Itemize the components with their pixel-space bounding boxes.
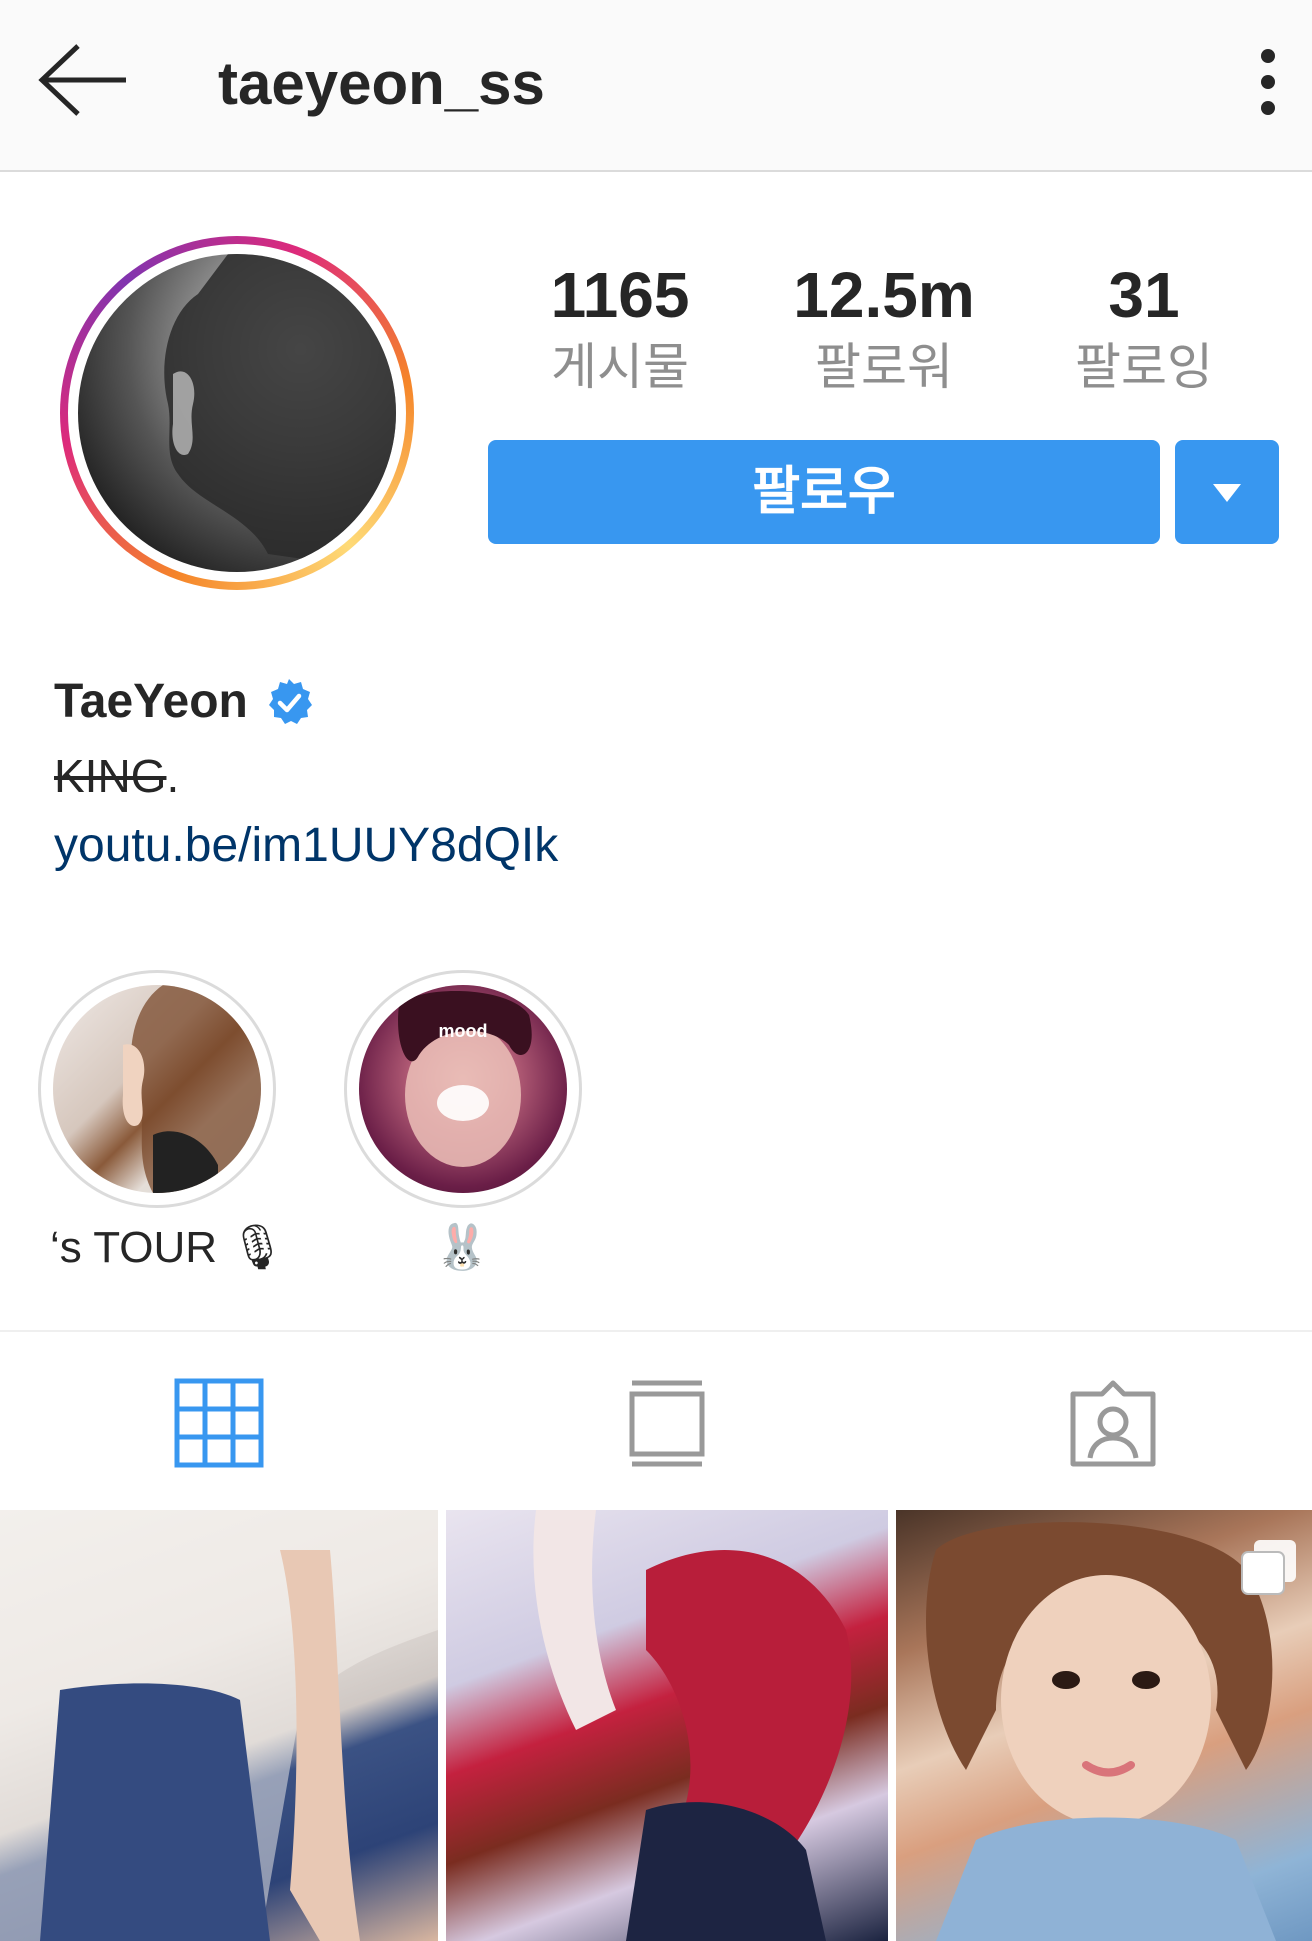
- posts-label: 게시물: [551, 338, 689, 396]
- bio-text: KING.: [54, 748, 179, 804]
- profile-avatar-story-ring[interactable]: [60, 236, 414, 590]
- highlight-label: ‘s TOUR 🎙: [50, 1223, 286, 1272]
- avatar-photo-silhouette: [164, 254, 396, 572]
- caret-down-icon: [1213, 484, 1241, 502]
- more-options-button[interactable]: [1246, 46, 1290, 118]
- more-vertical-icon: [1261, 49, 1275, 115]
- profile-username: taeyeon_ss: [218, 50, 545, 117]
- tab-tagged[interactable]: [1068, 1378, 1158, 1468]
- tab-feed[interactable]: [622, 1378, 712, 1468]
- followers-stat[interactable]: 12.5m 팔로워: [764, 258, 1004, 402]
- top-bar: taeyeon_ss: [0, 0, 1312, 172]
- suggested-accounts-button[interactable]: [1175, 440, 1279, 544]
- story-highlight-mood[interactable]: mood 🐰: [344, 970, 582, 1276]
- display-name-row: TaeYeon: [54, 672, 314, 732]
- highlight-label: 🐰: [434, 1223, 490, 1272]
- bio-suffix: .: [166, 750, 180, 802]
- display-name: TaeYeon: [54, 675, 248, 728]
- following-label: 팔로잉: [1075, 338, 1213, 396]
- following-count: 31: [1108, 259, 1180, 331]
- multiple-photos-icon: [1240, 1538, 1298, 1596]
- bio-link[interactable]: youtu.be/im1UUY8dQIk: [54, 816, 558, 876]
- highlight-cover: mood: [359, 985, 567, 1193]
- avatar: [78, 254, 396, 572]
- post-thumbnail[interactable]: [896, 1510, 1312, 1941]
- highlight-cover: [53, 985, 261, 1193]
- highlight-overlay-text: mood: [439, 1021, 488, 1041]
- post-thumbnail[interactable]: [446, 1510, 888, 1941]
- post-thumbnail[interactable]: [0, 1510, 438, 1941]
- tab-grid[interactable]: [174, 1378, 264, 1468]
- arrow-left-icon: [38, 44, 126, 116]
- tagged-icon: [1070, 1380, 1156, 1467]
- posts-stat[interactable]: 1165 게시물: [500, 258, 740, 402]
- grid-icon: [174, 1378, 264, 1468]
- bio-strikethrough-text: KING: [54, 750, 167, 802]
- back-button[interactable]: [36, 42, 132, 118]
- followers-count: 12.5m: [793, 259, 975, 331]
- story-highlight-tour[interactable]: ‘s TOUR 🎙: [38, 970, 286, 1276]
- verified-badge-icon: [264, 677, 314, 727]
- profile-tabs: [0, 1330, 1312, 1512]
- feed-icon: [629, 1380, 705, 1467]
- posts-count: 1165: [550, 259, 690, 331]
- following-stat[interactable]: 31 팔로잉: [1024, 258, 1264, 402]
- follow-button[interactable]: 팔로우: [488, 440, 1160, 544]
- followers-label: 팔로워: [815, 338, 953, 396]
